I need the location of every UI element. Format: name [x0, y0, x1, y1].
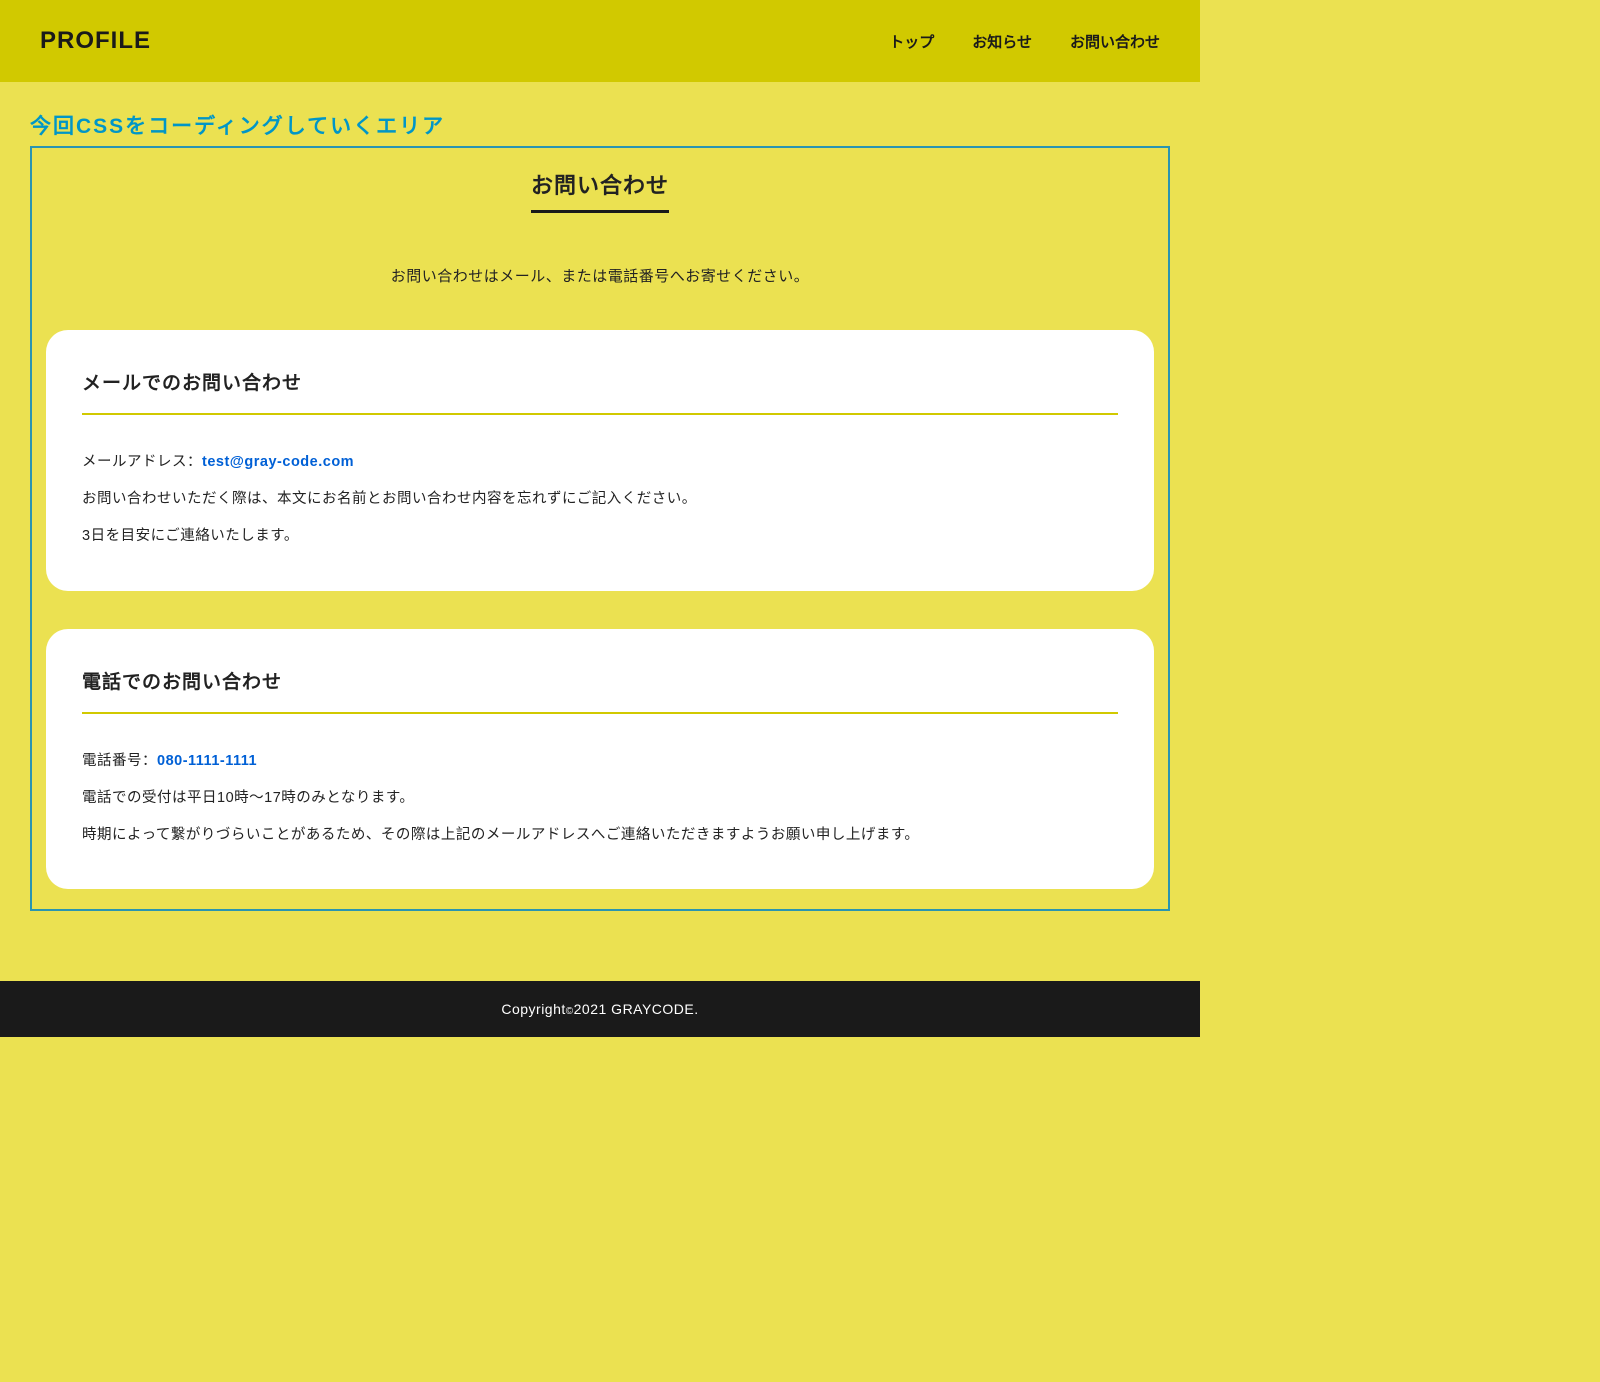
coding-area-label: 今回CSSをコーディングしていくエリア	[30, 110, 1170, 140]
mail-contact-card: メールでのお問い合わせ メールアドレス：test@gray-code.com お…	[46, 330, 1154, 591]
mail-note-2: 3日を目安にご連絡いたします。	[82, 525, 1118, 548]
site-logo[interactable]: PROFILE	[40, 27, 151, 55]
lead-text: お問い合わせはメール、または電話番号へお寄せください。	[46, 265, 1154, 286]
tel-contact-card: 電話でのお問い合わせ 電話番号：080-1111-1111 電話での受付は平日1…	[46, 629, 1154, 890]
footer-copy-symbol: ©	[566, 1006, 574, 1017]
nav-link-news[interactable]: お知らせ	[972, 34, 1032, 51]
site-footer: Copyright©2021 GRAYCODE.	[0, 981, 1200, 1037]
contact-section: お問い合わせ お問い合わせはメール、または電話番号へお寄せください。 メールでの…	[30, 146, 1170, 911]
tel-number-line: 電話番号：080-1111-1111	[82, 750, 1118, 773]
footer-copyright-rest: 2021 GRAYCODE.	[574, 1001, 699, 1017]
mail-link[interactable]: test@gray-code.com	[202, 454, 354, 470]
mail-card-heading: メールでのお問い合わせ	[82, 368, 1118, 415]
nav-link-contact[interactable]: お問い合わせ	[1070, 34, 1160, 51]
tel-link[interactable]: 080-1111-1111	[157, 753, 257, 769]
primary-nav: トップ お知らせ お問い合わせ	[889, 31, 1160, 52]
footer-copyright-prefix: Copyright	[501, 1001, 565, 1017]
mail-address-line: メールアドレス：test@gray-code.com	[82, 451, 1118, 474]
tel-label: 電話番号：	[82, 753, 157, 769]
site-header: PROFILE トップ お知らせ お問い合わせ	[0, 0, 1200, 82]
mail-label: メールアドレス：	[82, 454, 202, 470]
content-wrapper: 今回CSSをコーディングしていくエリア お問い合わせ お問い合わせはメール、また…	[0, 82, 1200, 981]
tel-note-1: 電話での受付は平日10時〜17時のみとなります。	[82, 787, 1118, 810]
page-title-wrapper: お問い合わせ	[46, 168, 1154, 213]
nav-link-top[interactable]: トップ	[889, 34, 934, 51]
tel-card-heading: 電話でのお問い合わせ	[82, 667, 1118, 714]
page-title: お問い合わせ	[531, 168, 669, 213]
tel-note-2: 時期によって繋がりづらいことがあるため、その際は上記のメールアドレスへご連絡いた…	[82, 824, 1118, 847]
mail-note-1: お問い合わせいただく際は、本文にお名前とお問い合わせ内容を忘れずにご記入ください…	[82, 488, 1118, 511]
